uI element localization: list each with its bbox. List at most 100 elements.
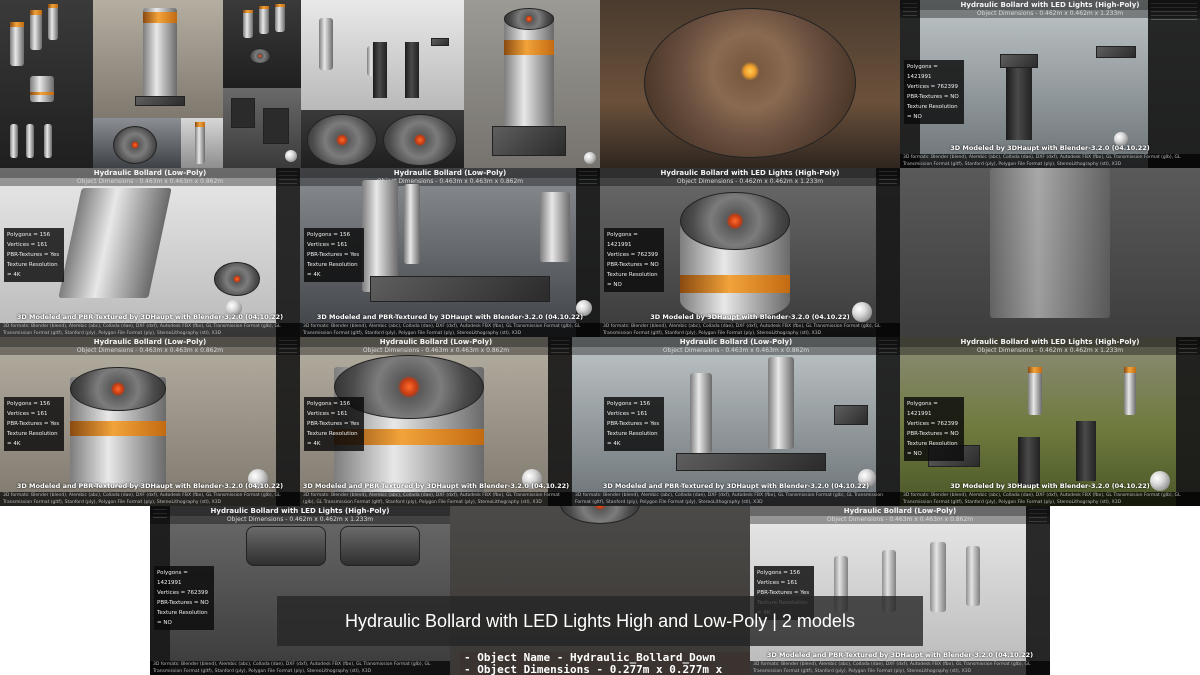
stat-polygons: Polygons = 1421991 [907, 64, 938, 80]
stats-panel: Polygons = 1421991 Vertices = 762399 PBR… [604, 228, 664, 292]
properties-panel[interactable] [1148, 0, 1200, 168]
bollard-render [768, 357, 794, 449]
bollard-cap [249, 48, 271, 64]
preview-tile-blender-high-4: Hydraulic Bollard with LED Lights (High-… [150, 506, 450, 675]
base-plate [834, 405, 868, 425]
render-credit: 3D Modeled by 3DHaupt with Blender-3.2.0… [650, 313, 850, 321]
properties-panel[interactable] [276, 168, 300, 337]
preview-tile-collage [0, 0, 93, 168]
bollard-cap [113, 126, 157, 164]
properties-panel[interactable] [548, 337, 572, 506]
bollard-render [10, 124, 18, 158]
bollard-render [540, 192, 570, 262]
bollard-render [1124, 367, 1136, 415]
bollard-render [10, 22, 24, 66]
shot-title: Hydraulic Bollard with LED Lights (High-… [150, 506, 450, 516]
preview-tile-slim [181, 118, 223, 168]
preview-tile-blender-low-5: Hydraulic Bollard (Low-Poly) Object Dime… [572, 337, 900, 506]
stat-pbr: PBR-Textures = Yes [307, 421, 360, 427]
shot-dims: Object Dimensions - 0.463m x 0.463m x 0.… [572, 347, 900, 355]
base-plate [676, 453, 826, 471]
preview-tile-street [93, 0, 223, 118]
preview-tile-blender-low-6: Hydraulic Bollard (Low-Poly) Object Dime… [750, 506, 1050, 675]
bollard-render [404, 184, 420, 264]
shot-dims: Object Dimensions - 0.463m x 0.463m x 0.… [0, 178, 300, 186]
formats-footer: 3D formats: Blender (blend), Alembic (ab… [750, 661, 1050, 675]
stat-texres: Texture Resolution = NO [907, 104, 958, 120]
base-plate [246, 526, 326, 566]
stat-pbr: PBR-Textures = NO [907, 431, 959, 437]
stats-panel: Polygons = 1421991 Vertices = 762399 PBR… [904, 60, 964, 124]
bollard-render [319, 18, 333, 70]
shot-dims: Object Dimensions - 0.463m x 0.463m x 0.… [0, 347, 300, 355]
base-plate [370, 276, 550, 302]
stat-texres: Texture Resolution = NO [157, 610, 208, 626]
properties-panel[interactable] [1026, 506, 1050, 675]
formats-footer: 3D formats: Blender (blend), Alembic (ab… [600, 323, 900, 337]
preview-tile-cover-detail [450, 506, 750, 675]
stat-vertices: Vertices = 161 [7, 411, 48, 417]
shot-title: Hydraulic Bollard with LED Lights (High-… [900, 337, 1200, 347]
stat-vertices: Vertices = 161 [307, 242, 348, 248]
properties-panel[interactable] [1176, 337, 1200, 506]
preview-tile-cap-top [93, 118, 181, 168]
preview-tile-blender-high-1: Hydraulic Bollard with LED Lights (High-… [900, 0, 1200, 168]
preview-tile-blender-low-2: Hydraulic Bollard (Low-Poly) Object Dime… [300, 168, 600, 337]
shot-title: Hydraulic Bollard (Low-Poly) [300, 337, 572, 347]
render-credit: 3D Modeled by 3DHaupt with Blender-3.2.0… [950, 144, 1150, 152]
node-panel [231, 98, 255, 128]
stats-panel: Polygons = 156 Vertices = 161 PBR-Textur… [4, 228, 64, 282]
formats-footer: 3D formats: Blender (blend), Alembic (ab… [300, 323, 600, 337]
bollard-sleeve [373, 42, 387, 98]
node-panel [263, 108, 289, 144]
stat-texres: Texture Resolution = 4K [607, 431, 658, 447]
shot-dims: Object Dimensions - 0.463m x 0.463m x 0.… [300, 178, 600, 186]
stat-vertices: Vertices = 161 [607, 411, 648, 417]
properties-panel[interactable] [876, 337, 900, 506]
shot-title: Hydraulic Bollard (Low-Poly) [572, 337, 900, 347]
stats-panel: Polygons = 156 Vertices = 161 PBR-Textur… [4, 397, 64, 451]
properties-panel[interactable] [276, 337, 300, 506]
stat-pbr: PBR-Textures = Yes [7, 421, 60, 427]
preview-tile-blender-low-1: Hydraulic Bollard (Low-Poly) Object Dime… [0, 168, 300, 337]
stat-vertices: Vertices = 762399 [907, 421, 959, 427]
bollard-render [275, 4, 285, 32]
properties-panel[interactable] [876, 168, 900, 337]
product-title-banner: Hydraulic Bollard with LED Lights High a… [277, 596, 923, 646]
shot-dims: Object Dimensions - 0.462m x 0.462m x 1.… [900, 347, 1200, 355]
stat-pbr: PBR-Textures = NO [907, 94, 959, 100]
stat-pbr: PBR-Textures = Yes [307, 252, 360, 258]
bollard-render [26, 124, 34, 158]
bollard-cap [383, 114, 457, 166]
stat-texres: Texture Resolution = 4K [7, 262, 58, 278]
stat-polygons: Polygons = 156 [607, 401, 651, 407]
preview-tile-studio [301, 0, 464, 110]
bollard-render [44, 124, 52, 158]
preview-tile-node-editor [223, 88, 301, 168]
shot-title: Hydraulic Bollard with LED Lights (High-… [600, 168, 900, 178]
stat-vertices: Vertices = 762399 [157, 590, 209, 596]
stat-vertices: Vertices = 762399 [607, 252, 659, 258]
stat-polygons: Polygons = 156 [307, 401, 351, 407]
bollard-render [195, 122, 205, 164]
stat-texres: Texture Resolution = NO [907, 441, 958, 457]
stat-polygons: Polygons = 156 [757, 570, 801, 576]
material-ball [285, 150, 297, 162]
stat-polygons: Polygons = 156 [7, 401, 51, 407]
stats-panel: Polygons = 156 Vertices = 161 PBR-Textur… [304, 228, 364, 282]
bollard-render [48, 4, 58, 40]
bollard-render [243, 10, 253, 38]
render-credit: 3D Modeled and PBR-Textured by 3DHaupt w… [302, 482, 570, 490]
formats-footer: 3D formats: Blender (blend), Alembic (ab… [900, 154, 1200, 168]
stat-pbr: PBR-Textures = NO [157, 600, 209, 606]
shot-title: Hydraulic Bollard with LED Lights (High-… [900, 0, 1200, 10]
stat-pbr: PBR-Textures = NO [607, 262, 659, 268]
stat-texres: Texture Resolution = 4K [7, 431, 58, 447]
object-name-line: - Object Name - Hydraulic_Bollard_Down [464, 651, 716, 664]
preview-tile-caps [301, 110, 464, 168]
render-credit: 3D Modeled and PBR-Textured by 3DHaupt w… [766, 651, 1034, 659]
bollard-render [1028, 367, 1042, 415]
stat-polygons: Polygons = 156 [307, 232, 351, 238]
object-dims-line: - Object Dimensions - 0.277m x 0.277m x … [464, 662, 723, 675]
preview-tile-blender-high-2: Hydraulic Bollard with LED Lights (High-… [600, 168, 900, 337]
